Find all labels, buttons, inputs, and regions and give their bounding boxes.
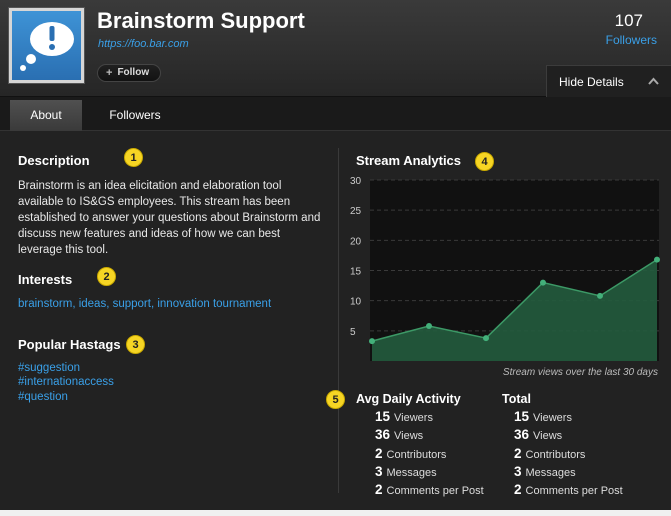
y-tick-label: 20 <box>350 236 362 247</box>
chevron-up-icon <box>648 77 659 85</box>
chart-data-point <box>369 338 375 345</box>
total-heading: Total <box>502 392 531 406</box>
interests-links[interactable]: brainstorm, ideas, support, innovation t… <box>18 298 271 310</box>
y-tick-label: 10 <box>350 297 362 308</box>
total-stat-messages: 3 Messages <box>514 464 576 479</box>
description-heading: Description <box>18 153 90 168</box>
y-tick-label: 30 <box>350 176 362 187</box>
y-tick-label: 25 <box>350 206 362 217</box>
y-tick-label: 15 <box>350 267 362 278</box>
callout-badge-1: 1 <box>124 148 143 167</box>
interests-heading: Interests <box>18 272 73 287</box>
chart-caption: Stream views over the last 30 days <box>502 367 658 378</box>
stream-url-link[interactable]: https://foo.bar.com <box>98 38 189 50</box>
chart-data-point <box>654 256 660 263</box>
hide-details-label: Hide Details <box>559 75 624 89</box>
followers-count: 107 <box>614 11 643 30</box>
hashtag-link[interactable]: #question <box>18 391 68 403</box>
tab-bar: About Followers <box>0 97 671 131</box>
avg-stat-comments-per-post: 2 Comments per Post <box>375 482 484 497</box>
stream-title: Brainstorm Support <box>97 8 305 33</box>
hashtag-link[interactable]: #internationaccess <box>18 376 114 388</box>
hashtag-link[interactable]: #suggestion <box>18 362 80 374</box>
hide-details-button[interactable]: Hide Details <box>546 65 671 97</box>
total-stat-views: 36 Views <box>514 427 563 442</box>
total-stat-contributors: 2 Contributors <box>514 446 586 461</box>
stream-header: Brainstorm Support https://foo.bar.com +… <box>0 0 671 97</box>
follow-button[interactable]: + Follow <box>97 64 162 82</box>
avg-stat-messages: 3 Messages <box>375 464 437 479</box>
follow-label: Follow <box>117 67 150 78</box>
total-stat-viewers: 15 Viewers <box>514 409 572 424</box>
tab-about[interactable]: About <box>10 100 82 131</box>
chart-data-point <box>483 335 489 342</box>
chart-data-point <box>540 279 546 286</box>
avg-stat-viewers: 15 Viewers <box>375 409 433 424</box>
speech-bubble-icon <box>12 11 81 80</box>
description-text: Brainstorm is an idea elicitation and el… <box>18 180 321 256</box>
avg-stat-contributors: 2 Contributors <box>375 446 447 461</box>
total-stat-comments-per-post: 2 Comments per Post <box>514 482 623 497</box>
tab-followers[interactable]: Followers <box>96 100 174 131</box>
callout-badge-4: 4 <box>475 152 494 171</box>
avatar <box>8 7 85 84</box>
callout-badge-5: 5 <box>326 390 345 409</box>
analytics-heading: Stream Analytics <box>356 153 462 168</box>
avg-stat-views: 36 Views <box>375 427 424 442</box>
stream-views-chart: 30 25 20 15 10 5 <box>350 176 660 361</box>
y-tick-label: 5 <box>350 327 356 338</box>
hashtags-heading: Popular Hastags <box>18 337 121 352</box>
chart-data-point <box>597 292 603 299</box>
chart-data-point <box>426 323 432 330</box>
plus-icon: + <box>106 67 113 79</box>
page-footer-edge <box>0 510 671 516</box>
followers-link[interactable]: Followers <box>606 33 657 47</box>
callout-badge-2: 2 <box>97 267 116 286</box>
callout-badge-3: 3 <box>126 335 145 354</box>
avg-daily-activity-heading: Avg Daily Activity <box>356 392 461 406</box>
